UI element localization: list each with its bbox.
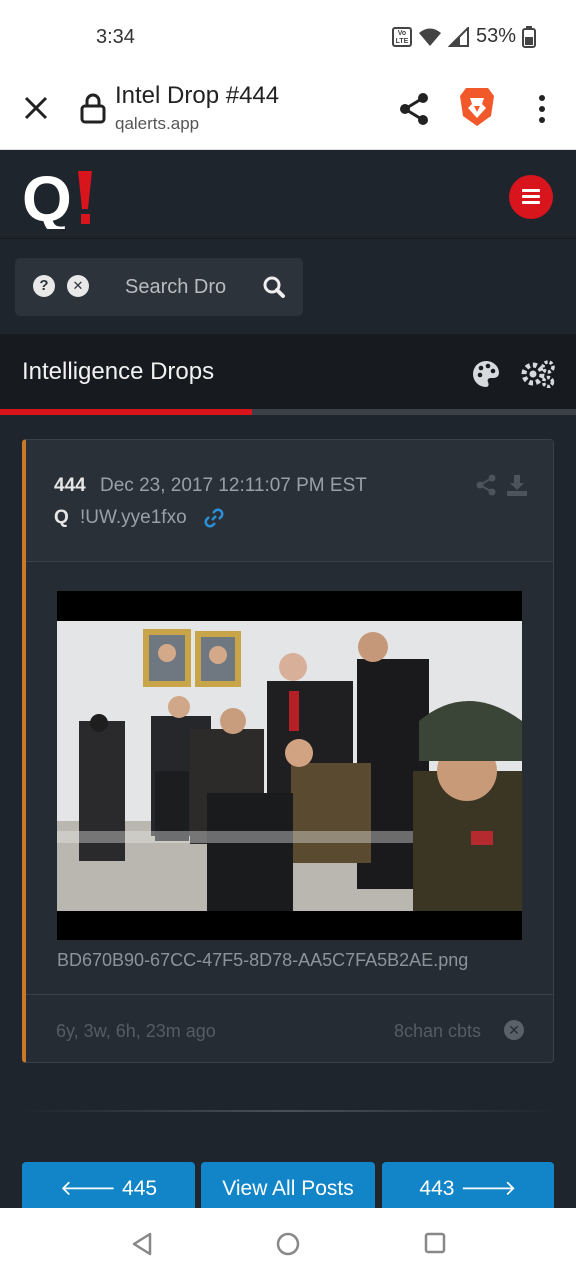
post-author: Q: [54, 507, 69, 528]
palette-icon[interactable]: [472, 360, 500, 388]
signal-icon: [447, 26, 469, 47]
post-source: 8chan cbts: [394, 1021, 482, 1041]
share-post-icon[interactable]: [476, 474, 496, 496]
post-footer: 6y, 3w, 6h, 23m ago 8chan cbts ✕: [26, 994, 553, 1063]
divider: [22, 1110, 554, 1112]
status-bar: 3:34 Vo LTE 53%: [0, 0, 576, 76]
clear-search-icon[interactable]: ✕: [67, 275, 89, 297]
attached-photo: [57, 621, 522, 911]
home-icon[interactable]: [276, 1232, 300, 1256]
menu-button[interactable]: [509, 175, 553, 219]
browser-toolbar: Intel Drop #444 qalerts.app: [0, 76, 576, 150]
section-title: Intelligence Drops: [22, 358, 215, 385]
previous-post-button[interactable]: 🡐 445: [22, 1162, 195, 1208]
section-header: Intelligence Drops: [0, 334, 576, 410]
site-header: Q: [0, 151, 576, 239]
post-age: 6y, 3w, 6h, 23m ago: [56, 1021, 216, 1041]
post-tripcode: !UW.yye1fxo: [80, 507, 187, 528]
search-area: ? ✕: [0, 240, 576, 334]
page-url[interactable]: qalerts.app: [115, 114, 199, 134]
image-filename[interactable]: BD670B90-67CC-47F5-8D78-AA5C7FA5B2AE.png: [57, 950, 468, 971]
brave-shields-icon[interactable]: [458, 86, 496, 128]
svg-text:Q: Q: [22, 165, 72, 229]
status-icons: Vo LTE 53%: [391, 25, 536, 48]
status-time: 3:34: [96, 26, 135, 48]
system-nav-bar: [0, 1208, 576, 1280]
volte-icon: Vo LTE: [391, 26, 412, 47]
next-post-button[interactable]: 443 🡒: [382, 1162, 554, 1208]
close-icon[interactable]: [22, 94, 50, 122]
back-icon[interactable]: [130, 1231, 154, 1257]
post-card: 444 Dec 23, 2017 12:11:07 PM EST Q !UW.y…: [22, 439, 554, 1063]
share-icon[interactable]: [398, 92, 430, 126]
q-logo[interactable]: Q: [22, 165, 100, 229]
search-input[interactable]: [125, 272, 255, 302]
post-header: 444 Dec 23, 2017 12:11:07 PM EST Q !UW.y…: [26, 440, 553, 562]
post-image[interactable]: [57, 591, 522, 940]
post-body: BD670B90-67CC-47F5-8D78-AA5C7FA5B2AE.png: [26, 562, 553, 994]
more-options-icon[interactable]: [532, 94, 552, 124]
battery-icon: [522, 25, 536, 48]
search-icon[interactable]: [263, 276, 285, 298]
post-number[interactable]: 444: [54, 475, 86, 497]
tab-indicator: [0, 409, 576, 415]
download-icon[interactable]: [506, 474, 528, 496]
post-date: Dec 23, 2017 12:11:07 PM EST: [100, 475, 367, 496]
help-icon[interactable]: ?: [33, 275, 55, 297]
lock-icon[interactable]: [80, 92, 106, 124]
link-icon[interactable]: [204, 508, 224, 528]
remove-source-icon[interactable]: ✕: [504, 1020, 524, 1040]
search-box: ? ✕: [15, 258, 303, 316]
recent-apps-icon[interactable]: [424, 1232, 446, 1254]
page-title[interactable]: Intel Drop #444: [115, 82, 279, 110]
view-all-posts-button[interactable]: View All Posts: [201, 1162, 375, 1208]
wifi-icon: [418, 28, 441, 46]
settings-gears-icon[interactable]: [520, 358, 556, 388]
battery-percent: 53%: [475, 25, 516, 47]
